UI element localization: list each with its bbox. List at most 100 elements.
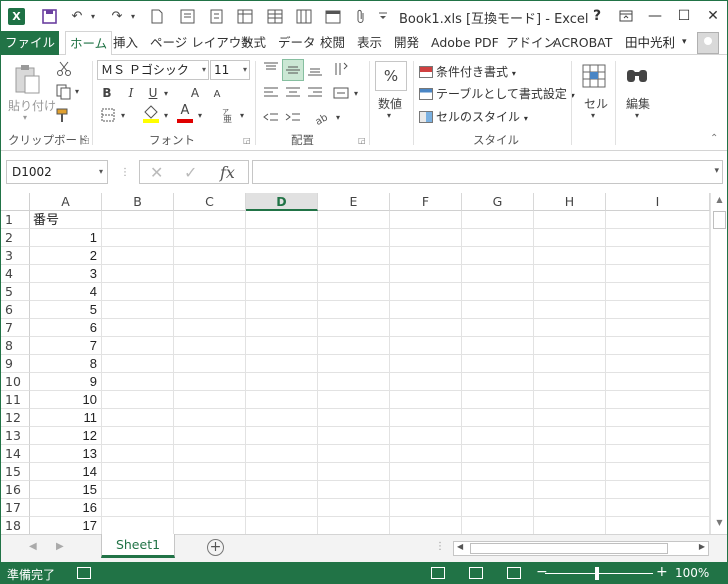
spreadsheet-icon[interactable]	[235, 6, 255, 26]
shrink-font-button[interactable]: A	[209, 86, 225, 102]
name-box[interactable]: D1002 ▾	[6, 160, 108, 184]
column-header-i[interactable]: I	[606, 193, 710, 211]
cells-label[interactable]: セル	[584, 95, 608, 112]
font-size-dropdown-icon[interactable]: ▾	[243, 61, 247, 79]
sheet-prev-icon[interactable]: ◀	[29, 541, 37, 552]
row-header[interactable]: 15	[1, 463, 30, 481]
clipboard-launcher-icon[interactable]: ◲	[82, 136, 90, 145]
cell[interactable]	[246, 355, 318, 373]
tab-adobe-pdf[interactable]: Adobe PDF	[427, 31, 503, 55]
cell[interactable]	[174, 499, 246, 517]
cell[interactable]	[174, 445, 246, 463]
undo-dropdown-icon[interactable]: ▾	[83, 6, 103, 26]
row-header[interactable]: 13	[1, 427, 30, 445]
cell[interactable]	[246, 301, 318, 319]
cell[interactable]	[606, 445, 710, 463]
cell[interactable]	[174, 373, 246, 391]
row-header[interactable]: 16	[1, 481, 30, 499]
cell[interactable]: 9	[30, 373, 102, 391]
cell[interactable]	[534, 319, 606, 337]
cell[interactable]	[318, 517, 390, 534]
editing-dropdown-icon[interactable]: ▾	[635, 111, 639, 120]
font-launcher-icon[interactable]: ◲	[243, 136, 251, 145]
cell[interactable]	[606, 517, 710, 534]
sheet-next-icon[interactable]: ▶	[56, 541, 64, 552]
fill-color-dropdown-icon[interactable]: ▾	[161, 106, 171, 124]
ribbon-display-options-icon[interactable]	[615, 5, 637, 27]
user-name[interactable]: 田中光利	[625, 31, 675, 54]
cell[interactable]	[318, 355, 390, 373]
cell[interactable]	[462, 319, 534, 337]
tab-file[interactable]: ファイル	[1, 31, 59, 55]
cell[interactable]: 16	[30, 499, 102, 517]
editing-label[interactable]: 編集	[626, 95, 650, 112]
cell[interactable]	[390, 481, 462, 499]
merge-center-icon[interactable]	[331, 83, 351, 103]
cell[interactable]	[174, 283, 246, 301]
column-header-a[interactable]: A	[30, 193, 102, 211]
cells-icon[interactable]	[580, 61, 608, 91]
user-menu-arrow-icon[interactable]: ▾	[678, 31, 691, 55]
cell[interactable]	[246, 337, 318, 355]
cell[interactable]: 15	[30, 481, 102, 499]
cell[interactable]	[606, 463, 710, 481]
column-header-c[interactable]: C	[174, 193, 246, 211]
row-header[interactable]: 14	[1, 445, 30, 463]
add-sheet-button[interactable]: +	[207, 539, 224, 556]
cell[interactable]	[102, 247, 174, 265]
cell[interactable]	[462, 373, 534, 391]
cell[interactable]	[174, 301, 246, 319]
cell[interactable]	[534, 373, 606, 391]
cell[interactable]	[246, 445, 318, 463]
cell[interactable]	[102, 445, 174, 463]
help-button[interactable]: ?	[586, 5, 608, 27]
cell[interactable]	[318, 463, 390, 481]
cell[interactable]	[606, 211, 710, 229]
cell[interactable]	[102, 463, 174, 481]
cell[interactable]	[462, 337, 534, 355]
select-all-button[interactable]	[1, 193, 30, 211]
cell[interactable]	[318, 445, 390, 463]
row-header[interactable]: 6	[1, 301, 30, 319]
cell[interactable]	[102, 391, 174, 409]
cell[interactable]	[174, 265, 246, 283]
font-color-button[interactable]: A	[177, 102, 193, 124]
cell[interactable]	[390, 265, 462, 283]
cell[interactable]	[246, 265, 318, 283]
find-select-icon[interactable]	[623, 61, 651, 91]
tab-acrobat[interactable]: ACROBAT	[549, 31, 616, 55]
cell[interactable]	[318, 373, 390, 391]
macro-record-icon[interactable]	[77, 567, 91, 579]
cell[interactable]	[318, 427, 390, 445]
cell[interactable]	[390, 211, 462, 229]
cell[interactable]	[534, 463, 606, 481]
cell[interactable]	[606, 301, 710, 319]
zoom-in-button[interactable]: +	[656, 564, 668, 580]
row-header[interactable]: 18	[1, 517, 30, 534]
cell[interactable]	[246, 211, 318, 229]
table-icon[interactable]	[265, 6, 285, 26]
cell[interactable]	[390, 391, 462, 409]
zoom-slider[interactable]	[545, 573, 653, 574]
redo-dropdown-icon[interactable]: ▾	[123, 6, 143, 26]
row-header[interactable]: 7	[1, 319, 30, 337]
scroll-right-icon[interactable]: ▶	[699, 542, 705, 551]
print-preview-icon[interactable]	[177, 6, 197, 26]
cell[interactable]	[174, 517, 246, 534]
cell[interactable]	[534, 445, 606, 463]
cell[interactable]	[606, 499, 710, 517]
cell[interactable]	[102, 229, 174, 247]
horizontal-scroll-thumb[interactable]	[470, 543, 668, 554]
cell[interactable]	[246, 409, 318, 427]
cell[interactable]	[606, 229, 710, 247]
cell[interactable]	[606, 283, 710, 301]
orientation-dropdown-icon[interactable]: ▾	[333, 107, 343, 127]
cell[interactable]	[174, 409, 246, 427]
cell[interactable]	[534, 229, 606, 247]
tab-review[interactable]: 校閲	[316, 31, 349, 55]
cell[interactable]	[462, 211, 534, 229]
cell[interactable]	[318, 337, 390, 355]
fill-color-icon[interactable]	[142, 104, 160, 124]
column-header-f[interactable]: F	[390, 193, 462, 211]
font-color-dropdown-icon[interactable]: ▾	[195, 106, 205, 124]
